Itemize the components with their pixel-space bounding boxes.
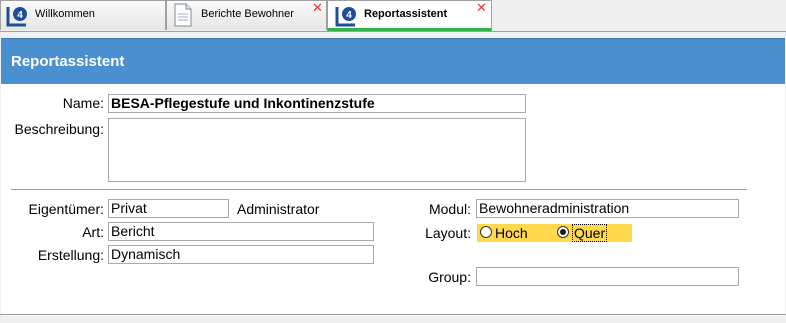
layout-hoch-radio[interactable] [480,226,492,238]
tab-label: Willkommen [35,8,95,20]
tab-willkommen[interactable]: 4 Willkommen [0,0,166,30]
erstellung-field[interactable]: Dynamisch [108,245,374,264]
layout-quer-label[interactable]: Quer [572,224,608,242]
layout-label: Layout: [425,225,471,241]
tab-bar: 4 Willkommen Berichte Bewohner ✕ 4 Repor… [0,0,786,32]
layout-radio-group: Hoch Quer [477,224,632,242]
eigentuemer-field[interactable]: Privat [108,199,229,218]
tab-berichte-bewohner[interactable]: Berichte Bewohner ✕ [166,0,327,30]
eigentuemer-label: Eigentümer: [28,201,104,217]
layout-quer-radio[interactable] [557,226,569,238]
app-logo-icon: 4 [6,7,27,27]
layout-quer-text: Quer [572,224,608,242]
group-label: Group: [428,269,471,285]
svg-text:4: 4 [17,10,23,21]
modul-label: Modul: [428,201,471,217]
close-icon[interactable]: ✕ [312,1,323,15]
erstellung-label: Erstellung: [37,247,104,263]
close-icon[interactable]: ✕ [476,1,487,15]
layout-hoch-label[interactable]: Hoch [495,224,528,242]
page-header: Reportassistent [1,38,785,85]
name-field[interactable]: BESA-Pflegestufe und Inkontinenzstufe [108,94,526,113]
beschreibung-label: Beschreibung: [14,121,104,137]
tab-label: Berichte Bewohner [201,8,294,20]
svg-text:4: 4 [346,10,352,21]
divider [11,189,747,191]
document-icon [174,3,192,27]
beschreibung-field[interactable] [108,118,526,182]
modul-field[interactable]: Bewohneradministration [476,199,739,218]
group-field[interactable] [476,267,739,286]
app-logo-icon: 4 [335,7,356,27]
eigentuemer-user: Administrator [237,201,320,217]
tab-reportassistent[interactable]: 4 Reportassistent ✕ [327,0,492,31]
report-form: Name: BESA-Pflegestufe und Inkontinenzst… [1,84,785,314]
art-label: Art: [82,224,104,240]
art-field[interactable]: Bericht [108,222,374,241]
name-label: Name: [62,95,104,111]
tab-label: Reportassistent [364,8,448,20]
page-title: Reportassistent [11,53,125,70]
